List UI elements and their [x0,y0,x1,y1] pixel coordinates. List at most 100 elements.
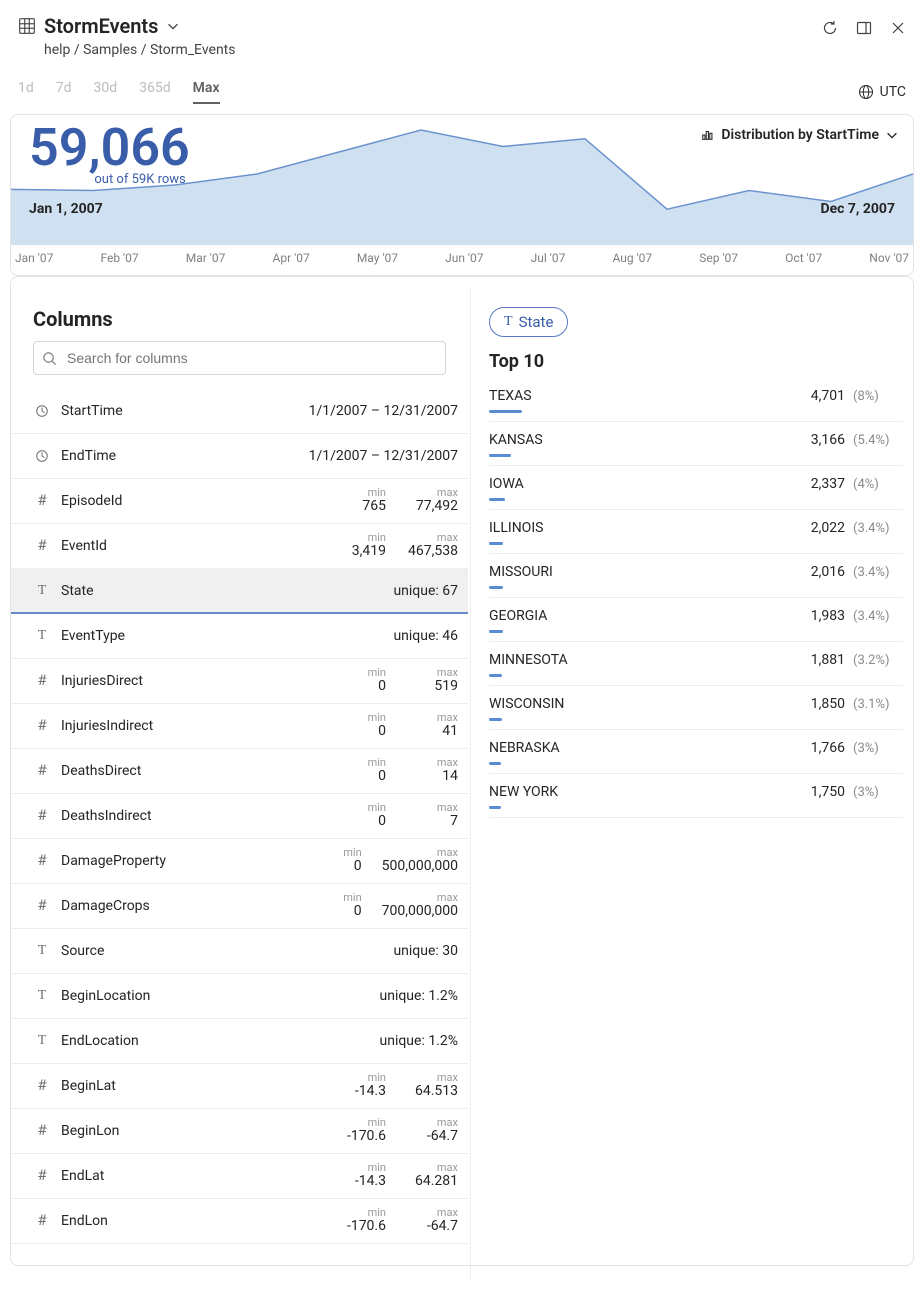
close-button[interactable] [890,20,906,40]
range-tab-max[interactable]: Max [193,80,220,104]
top10-count: 1,850 [811,696,845,712]
axis-tick: May '07 [357,251,398,265]
table-icon [18,17,36,35]
text-icon: T [33,583,51,599]
top10-count: 2,016 [811,564,845,580]
summary-card: 59,066 out of 59K rows Distribution by S… [10,114,914,276]
hash-icon: # [33,1122,51,1140]
column-name: EpisodeId [61,493,334,509]
column-row-endtime[interactable]: EndTime1/1/2007 – 12/31/2007 [11,434,468,479]
column-row-eventtype[interactable]: TEventTypeunique: 46 [11,614,468,659]
distribution-selector[interactable]: Distribution by StartTime [701,127,899,143]
top10-pct: (4%) [853,477,899,492]
column-row-state[interactable]: TStateunique: 67 [11,569,468,614]
top10-bar [489,630,899,633]
columns-list[interactable]: StartTime1/1/2007 – 12/31/2007EndTime1/1… [11,389,468,1244]
top10-row[interactable]: ILLINOIS2,022 (3.4%) [489,510,903,554]
header-actions [822,14,906,40]
hash-icon: # [33,897,51,915]
top10-row[interactable]: NEW YORK1,750(3%) [489,774,903,818]
top10-pct: (5.4%) [853,433,899,448]
top10-row[interactable]: GEORGIA1,983(3.4%) [489,598,903,642]
top10-row[interactable]: TEXAS4,701(8%) [489,378,903,422]
top10-row[interactable]: MISSOURI2,016(3.4%) [489,554,903,598]
panel-button[interactable] [856,20,872,40]
top10-count: 1,983 [811,608,845,624]
column-row-damagecrops[interactable]: #DamageCropsmin0max700,000,000 [11,884,468,929]
column-name: InjuriesDirect [61,673,334,689]
top10-list: TEXAS4,701(8%)KANSAS3,166(5.4%)IOWA2,337… [489,378,903,818]
column-row-deathsdirect[interactable]: #DeathsDirectmin0max14 [11,749,468,794]
title-row[interactable]: StormEvents [18,14,822,38]
column-name: EndLocation [61,1033,380,1049]
column-row-damageproperty[interactable]: #DamagePropertymin0max500,000,000 [11,839,468,884]
column-row-deathsindirect[interactable]: #DeathsIndirectmin0max7 [11,794,468,839]
top10-label: MISSOURI [489,564,811,580]
top10-label: GEORGIA [489,608,811,624]
top10-title: Top 10 [489,351,903,372]
top10-bar [489,542,899,545]
column-row-starttime[interactable]: StartTime1/1/2007 – 12/31/2007 [11,389,468,434]
date-start: Jan 1, 2007 [29,201,103,217]
top10-pct: (3%) [853,785,899,800]
hash-icon: # [33,492,51,510]
timezone-selector[interactable]: UTC [858,84,906,100]
column-name: EndTime [61,448,309,464]
top10-pct: (8%) [853,389,899,404]
range-tab-365d[interactable]: 365d [139,80,171,104]
top10-row[interactable]: WISCONSIN1,850(3.1%) [489,686,903,730]
page-title: StormEvents [44,14,158,38]
top10-bar [489,498,899,501]
chevron-down-icon [166,19,180,33]
range-tab-30d[interactable]: 30d [94,80,118,104]
top10-count: 1,881 [811,652,845,668]
column-row-endlat[interactable]: #EndLatmin-14.3max64.281 [11,1154,468,1199]
column-row-beginlon[interactable]: #BeginLonmin-170.6max-64.7 [11,1109,468,1154]
top10-label: KANSAS [489,432,811,448]
hash-icon: # [33,1167,51,1185]
top10-row[interactable]: IOWA2,337(4%) [489,466,903,510]
top10-pct: (3.4%) [853,521,899,536]
top10-count: 2,022 [811,520,845,536]
top10-row[interactable]: KANSAS3,166(5.4%) [489,422,903,466]
column-row-episodeid[interactable]: #EpisodeIdmin765max77,492 [11,479,468,524]
panels: Columns StartTime1/1/2007 – 12/31/2007En… [11,289,913,1279]
clock-icon [33,404,51,418]
row-count-block: 59,066 out of 59K rows [29,121,190,187]
top10-row[interactable]: NEBRASKA1,766(3%) [489,730,903,774]
histogram-icon [701,128,715,142]
range-tab-7d[interactable]: 7d [56,80,72,104]
columns-search[interactable] [33,341,446,375]
column-name: BeginLat [61,1078,334,1094]
refresh-button[interactable] [822,20,838,40]
column-row-eventid[interactable]: #EventIdmin3,419max467,538 [11,524,468,569]
columns-search-input[interactable] [65,349,437,367]
column-row-beginlocation[interactable]: TBeginLocationunique: 1.2% [11,974,468,1019]
text-icon: T [33,1033,51,1049]
column-row-endlocation[interactable]: TEndLocationunique: 1.2% [11,1019,468,1064]
top10-pct: (3%) [853,741,899,756]
axis-tick: Aug '07 [612,251,652,265]
column-name: BeginLocation [61,988,380,1004]
top10-label: ILLINOIS [489,520,811,536]
column-row-injuriesindirect[interactable]: #InjuriesIndirectmin0max41 [11,704,468,749]
column-row-injuriesdirect[interactable]: #InjuriesDirectmin0max519 [11,659,468,704]
top10-pct: (3.2%) [853,653,899,668]
top10-label: NEBRASKA [489,740,811,756]
column-name: DamageCrops [61,898,310,914]
range-tab-1d[interactable]: 1d [18,80,34,104]
axis-tick: Jun '07 [445,251,483,265]
header: StormEvents help / Samples / Storm_Event… [0,0,924,64]
column-pill[interactable]: T State [489,307,568,337]
top10-row[interactable]: MINNESOTA1,881(3.2%) [489,642,903,686]
column-row-source[interactable]: TSourceunique: 30 [11,929,468,974]
breadcrumb[interactable]: help / Samples / Storm_Events [44,42,822,58]
hash-icon: # [33,852,51,870]
column-name: EndLat [61,1168,334,1184]
axis-tick: Mar '07 [186,251,226,265]
column-row-beginlat[interactable]: #BeginLatmin-14.3max64.513 [11,1064,468,1109]
columns-title: Columns [11,289,468,341]
top10-label: WISCONSIN [489,696,811,712]
column-row-endlon[interactable]: #EndLonmin-170.6max-64.7 [11,1199,468,1244]
date-end: Dec 7, 2007 [820,201,895,217]
